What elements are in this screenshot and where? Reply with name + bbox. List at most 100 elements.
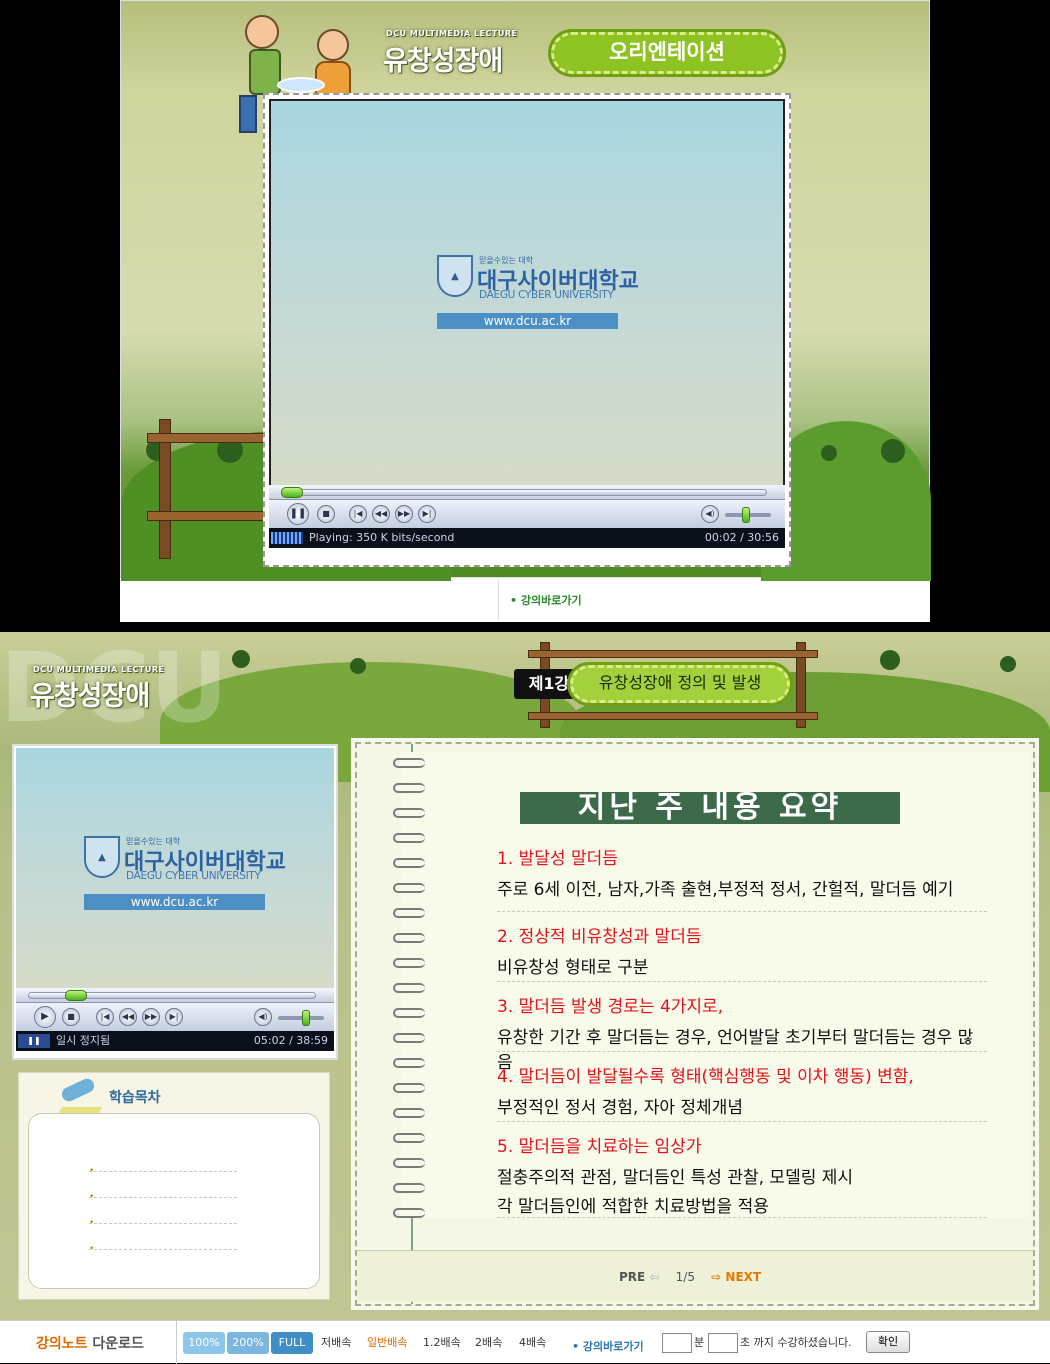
note-download-link[interactable]: 강의노트 다운로드 [36,1333,144,1353]
summary-item: 2. 정상적 비유창성과 말더듬 비유창성 형태로 구분 [497,912,987,982]
tree [881,439,905,463]
notebook-ring-icon [393,1083,425,1093]
next-arrow-icon[interactable]: ⇨ [711,1270,721,1284]
video-player: ▲ 믿을수있는 대학 대구사이버대학교 DAEGU CYBER UNIVERSI… [263,93,791,567]
summary-heading: 5. 말더듬을 치료하는 임상가 [497,1137,702,1157]
seek-bar[interactable] [16,988,334,1003]
sign-rail [528,650,818,658]
prev-arrow-icon[interactable]: ⇦ [649,1270,659,1284]
volume-icon[interactable]: ◀) [254,1008,272,1026]
seek-bar[interactable] [269,485,785,500]
footer-bar: 강의노트 다운로드 100% 200% FULL 저배속 일반배속 1.2배속 … [0,1320,1050,1364]
bitrate-meter-icon [271,532,303,544]
lecture-link-label: 강의바로가기 [582,1340,644,1353]
volume-slider[interactable] [278,1016,324,1020]
video-screen[interactable]: ▲ 믿을수있는 대학 대구사이버대학교 DAEGU CYBER UNIVERSI… [16,748,334,988]
speed-2-button[interactable]: 2배속 [475,1332,502,1354]
note-download-label-2: 다운로드 [92,1336,144,1352]
prev-button[interactable]: PRE ⇦ [619,1270,659,1284]
pause-status-icon: ❚❚ [18,1034,50,1048]
volume-knob[interactable] [742,507,750,523]
notebook-ring-icon [393,1033,425,1043]
sign-rail [528,712,818,720]
player-status-bar: ❚❚ 일시 정지됨 05:02 / 38:59 [16,1031,334,1051]
status-text: 일시 정지됨 [56,1034,111,1047]
toc-item[interactable]: • [89,1158,237,1176]
lecture-panel: DCU DCU MULTIMEDIA LECTURE 유창성장애 제1강 유창성… [0,632,1050,1364]
tree [350,658,366,674]
stop-button[interactable]: ■ [62,1008,80,1026]
lecture-content-notebook: 지난 주 내용 요약 1. 발달성 말더듬 주로 6세 이전, 남자,가족 출현… [355,742,1035,1306]
notebook-ring-icon [393,958,425,968]
confirm-button[interactable]: 확인 [866,1331,910,1353]
second-input[interactable] [708,1333,738,1353]
speed-1-2-button[interactable]: 1.2배속 [423,1332,461,1354]
previous-button[interactable]: |◀ [349,505,367,523]
video-screen[interactable]: ▲ 믿을수있는 대학 대구사이버대학교 DAEGU CYBER UNIVERSI… [269,99,785,485]
summary-heading: 2. 정상적 비유창성과 말더듬 [497,927,702,947]
tree [1000,656,1016,672]
summary-line: 각 말더듬인에 적합한 치료방법을 적용 [497,1197,769,1217]
logo-english: DAEGU CYBER UNIVERSITY [479,289,614,301]
toc-list: • • • • [28,1113,320,1289]
previous-button[interactable]: |◀ [96,1008,114,1026]
next-label: NEXT [725,1270,762,1284]
top-scene-background: DCU MULTIMEDIA LECTURE 유창성장애 오리엔테이션 ▲ 믿을… [120,0,931,581]
divider [176,1321,177,1364]
logo-url: www.dcu.ac.kr [437,313,618,329]
toc-item[interactable]: • [89,1236,237,1254]
notebook-ring-icon [393,1183,425,1193]
toc-panel: 학습목차 • • • • [18,1072,330,1300]
video-player: ▲ 믿을수있는 대학 대구사이버대학교 DAEGU CYBER UNIVERSI… [12,744,338,1060]
pause-button[interactable]: ❚❚ [287,503,309,525]
brand-small-text: DCU MULTIMEDIA LECTURE [33,665,165,674]
note-download-label-1: 강의노트 [36,1336,88,1352]
toc-item[interactable]: • [89,1210,237,1228]
zoom-200-button[interactable]: 200% [227,1332,269,1354]
fast-forward-button[interactable]: ▶▶ [142,1008,160,1026]
next-button[interactable]: ▶| [165,1008,183,1026]
rewind-button[interactable]: ◀◀ [372,505,390,523]
next-button[interactable]: ⇨ NEXT [711,1270,761,1284]
summary-item: 4. 말더듬이 발달될수록 형태(핵심행동 및 이차 행동) 변함, 부정적인 … [497,1052,987,1122]
summary-line: 부정적인 정서 경험, 자아 정체개념 [497,1098,743,1118]
notebook-ring-icon [393,808,425,818]
notebook-ring-icon [393,908,425,918]
play-button[interactable]: ▶ [34,1006,56,1028]
next-button[interactable]: ▶| [418,505,436,523]
player-controls: ▶ ■ |◀ ◀◀ ▶▶ ▶| ◀) [16,1003,334,1031]
summary-line: 비유창성 형태로 구분 [497,958,649,978]
seek-knob[interactable] [65,990,88,1001]
volume-icon[interactable]: ◀) [701,505,719,523]
summary-item: 5. 말더듬을 치료하는 임상가 절충주의적 관점, 말더듬인 특성 관찰, 모… [497,1122,987,1218]
player-controls: ❚❚ ■ |◀ ◀◀ ▶▶ ▶| ◀) [269,500,785,528]
page-indicator: 1/5 [675,1270,695,1284]
stop-button[interactable]: ■ [317,505,335,523]
dcu-logo: ▲ 믿을수있는 대학 대구사이버대학교 DAEGU CYBER UNIVERSI… [437,255,639,335]
zoom-full-button[interactable]: FULL [271,1332,313,1354]
lecture-link[interactable]: • 강의바로가기 [510,592,582,608]
fence-rail [147,433,267,443]
dcu-logo: ▲ 믿을수있는 대학 대구사이버대학교 DAEGU CYBER UNIVERSI… [84,836,286,916]
minute-input[interactable] [662,1333,692,1353]
notebook-ring-icon [393,758,425,768]
speed-low-button[interactable]: 저배속 [321,1332,351,1354]
rewind-button[interactable]: ◀◀ [119,1008,137,1026]
notebook-ring-icon [393,1133,425,1143]
speed-normal-button[interactable]: 일반배속 [367,1332,407,1354]
fence-rail [147,511,267,521]
bottom-scene-background: DCU DCU MULTIMEDIA LECTURE 유창성장애 제1강 유창성… [0,632,1050,1320]
fast-forward-button[interactable]: ▶▶ [395,505,413,523]
logo-english: DAEGU CYBER UNIVERSITY [126,870,261,882]
speed-4-button[interactable]: 4배속 [519,1332,546,1354]
lecture-link[interactable]: • 강의바로가기 [572,1338,644,1354]
volume-knob[interactable] [302,1010,310,1026]
notebook-ring-icon [393,1108,425,1118]
summary-heading: 1. 발달성 말더듬 [497,849,618,869]
toc-item[interactable]: • [89,1184,237,1202]
notebook-ring-icon [393,983,425,993]
summary-line: 주로 6세 이전, 남자,가족 출현,부정적 정서, 간헐적, 말더듬 예기 [497,880,954,900]
summary-heading: 4. 말더듬이 발달될수록 형태(핵심행동 및 이차 행동) 변함, [497,1067,914,1087]
seek-knob[interactable] [281,487,304,498]
zoom-100-button[interactable]: 100% [183,1332,225,1354]
